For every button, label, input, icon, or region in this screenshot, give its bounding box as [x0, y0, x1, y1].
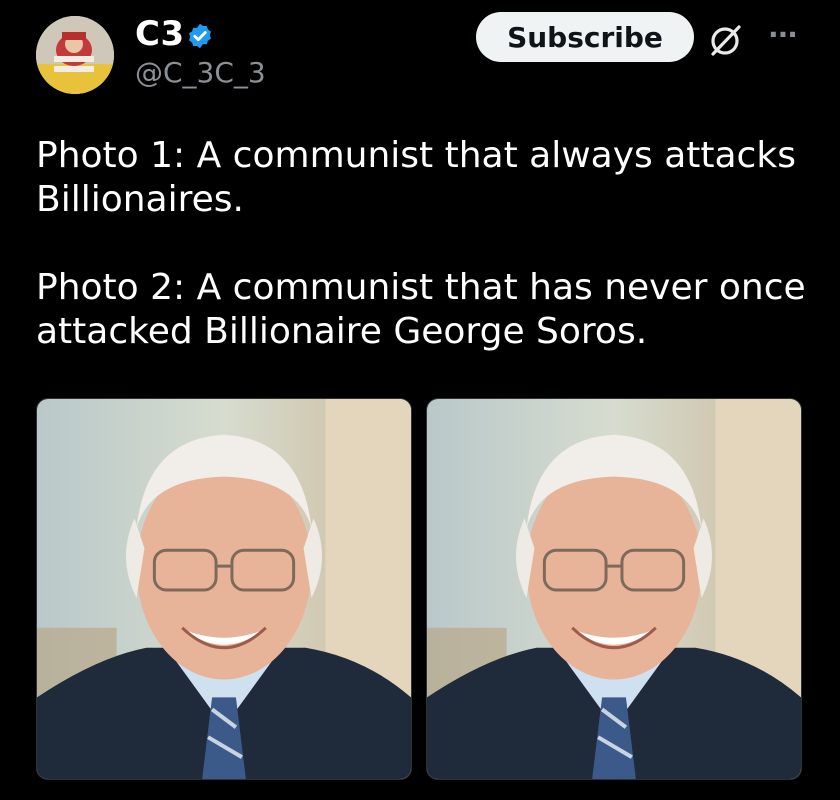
- tweet-body: Photo 1: A communist that always attacks…: [36, 134, 816, 354]
- post-header: C3 @C_3C_3 Subscribe ···: [0, 0, 840, 110]
- more-options-icon[interactable]: ···: [768, 20, 808, 50]
- media-photo-1[interactable]: [36, 398, 412, 780]
- grok-icon[interactable]: [706, 20, 746, 60]
- author-avatar[interactable]: [36, 16, 114, 94]
- verified-badge-icon: [189, 23, 211, 49]
- author-handle[interactable]: @C_3C_3: [135, 56, 266, 89]
- portrait-image: [37, 399, 411, 779]
- tweet-paragraph-1: Photo 1: A communist that always attacks…: [36, 135, 796, 220]
- media-photo-2[interactable]: [426, 398, 802, 780]
- author-display-name[interactable]: C3: [135, 14, 185, 54]
- subscribe-button[interactable]: Subscribe: [476, 12, 694, 62]
- avatar-image: [36, 16, 114, 94]
- portrait-image: [427, 399, 801, 779]
- tweet-paragraph-2: Photo 2: A communist that has never once…: [36, 267, 806, 352]
